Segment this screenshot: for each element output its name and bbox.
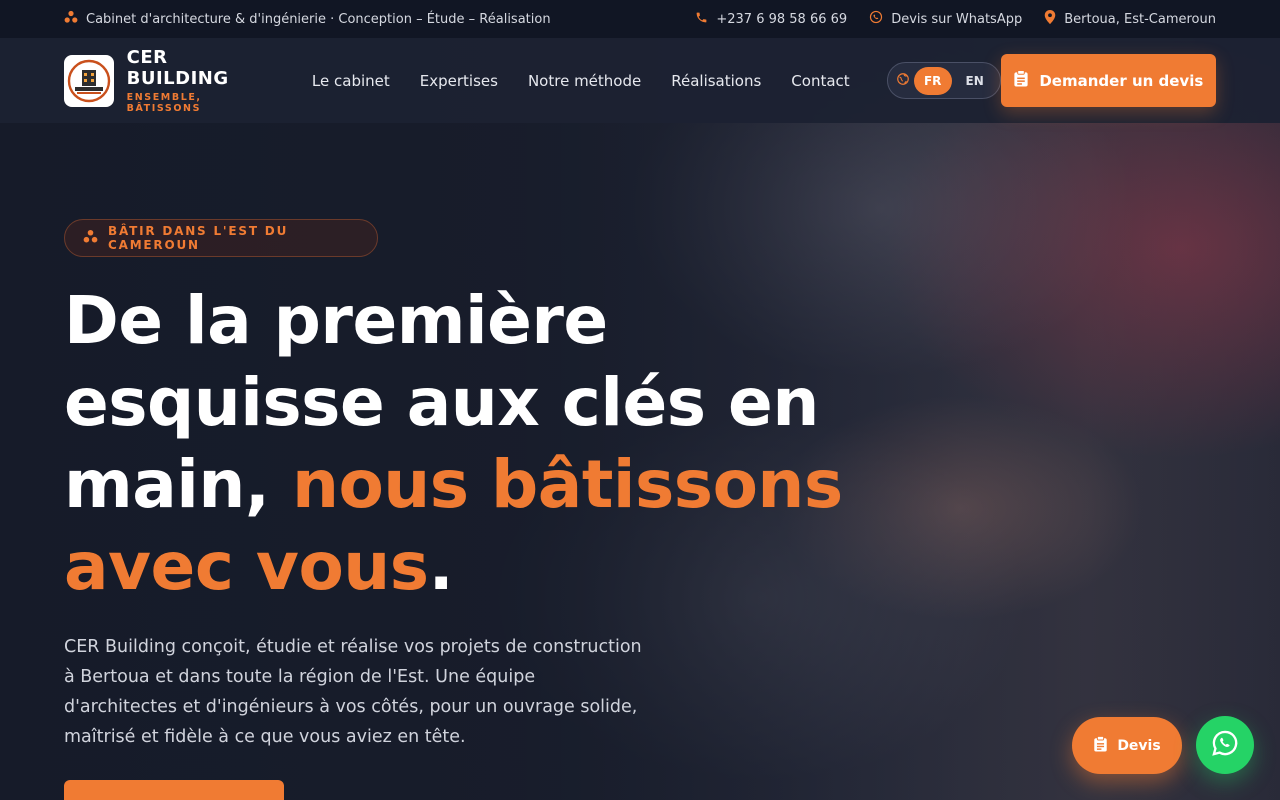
nav-item-expertises[interactable]: Expertises [420, 72, 498, 90]
hero-badge: BÂTIR DANS L'EST DU CAMEROUN [64, 219, 378, 257]
hero-primary-cta-button[interactable] [64, 780, 284, 800]
page-root: Cabinet d'architecture & d'ingénierie · … [0, 0, 1280, 800]
brand-logo [64, 54, 114, 107]
top-whatsapp-link[interactable]: Devis sur WhatsApp [869, 10, 1022, 28]
hero-headline-period: . [428, 528, 454, 605]
cluster-icon [83, 229, 98, 247]
nav-item-cabinet[interactable]: Le cabinet [312, 72, 390, 90]
clipboard-icon [1093, 735, 1108, 756]
cluster-icon [64, 10, 78, 28]
lang-en-button[interactable]: EN [956, 67, 994, 95]
brand-name: CER BUILDING [126, 47, 229, 89]
globe-icon [896, 71, 910, 90]
language-switcher: FR EN [886, 62, 1001, 99]
brand-text: CER BUILDING ENSEMBLE, BÂTISSONS [127, 47, 274, 114]
lang-fr-button[interactable]: FR [913, 66, 952, 95]
top-location-text: Bertoua, Est-Cameroun [1064, 11, 1216, 27]
whatsapp-icon [869, 10, 883, 28]
whatsapp-icon [1211, 729, 1239, 761]
hero-badge-text: BÂTIR DANS L'EST DU CAMEROUN [108, 224, 289, 252]
request-quote-label: Demander un devis [1039, 71, 1204, 90]
clipboard-icon [1013, 70, 1029, 91]
brand-tagline: ENSEMBLE, BÂTISSONS [126, 92, 202, 114]
request-quote-button[interactable]: Demander un devis [1000, 54, 1216, 107]
floating-quote-button[interactable]: Devis [1072, 717, 1182, 774]
top-phone-text: +237 6 98 58 66 69 [716, 11, 848, 27]
phone-icon [695, 11, 708, 28]
brand-home-link[interactable]: CER BUILDING ENSEMBLE, BÂTISSONS [64, 47, 274, 114]
map-pin-icon [1044, 10, 1056, 28]
top-tagline-text: Cabinet d'architecture & d'ingénierie · … [86, 11, 551, 27]
nav-item-realisations[interactable]: Réalisations [671, 72, 761, 90]
main-navigation: CER BUILDING ENSEMBLE, BÂTISSONS Le cabi… [0, 38, 1280, 123]
top-tagline: Cabinet d'architecture & d'ingénierie · … [64, 10, 551, 28]
nav-item-methode[interactable]: Notre méthode [528, 72, 641, 90]
top-info-right: +237 6 98 58 66 69 Devis sur WhatsApp Be… [695, 10, 1216, 28]
building-logo-icon [67, 59, 111, 102]
hero-lead-paragraph: CER Building conçoit, étudie et réalise … [64, 637, 642, 747]
top-location: Bertoua, Est-Cameroun [1044, 10, 1216, 28]
floating-whatsapp-button[interactable] [1196, 716, 1254, 774]
top-info-bar: Cabinet d'architecture & d'ingénierie · … [0, 0, 1280, 38]
floating-quote-label: Devis [1117, 737, 1161, 754]
hero-headline: De la première esquisse aux clés en main… [64, 280, 884, 608]
top-info-left: Cabinet d'architecture & d'ingénierie · … [64, 10, 551, 28]
top-phone-link[interactable]: +237 6 98 58 66 69 [695, 11, 847, 28]
nav-menu: Le cabinet Expertises Notre méthode Réal… [312, 72, 850, 90]
nav-item-contact[interactable]: Contact [791, 72, 849, 90]
top-whatsapp-text: Devis sur WhatsApp [891, 11, 1023, 27]
